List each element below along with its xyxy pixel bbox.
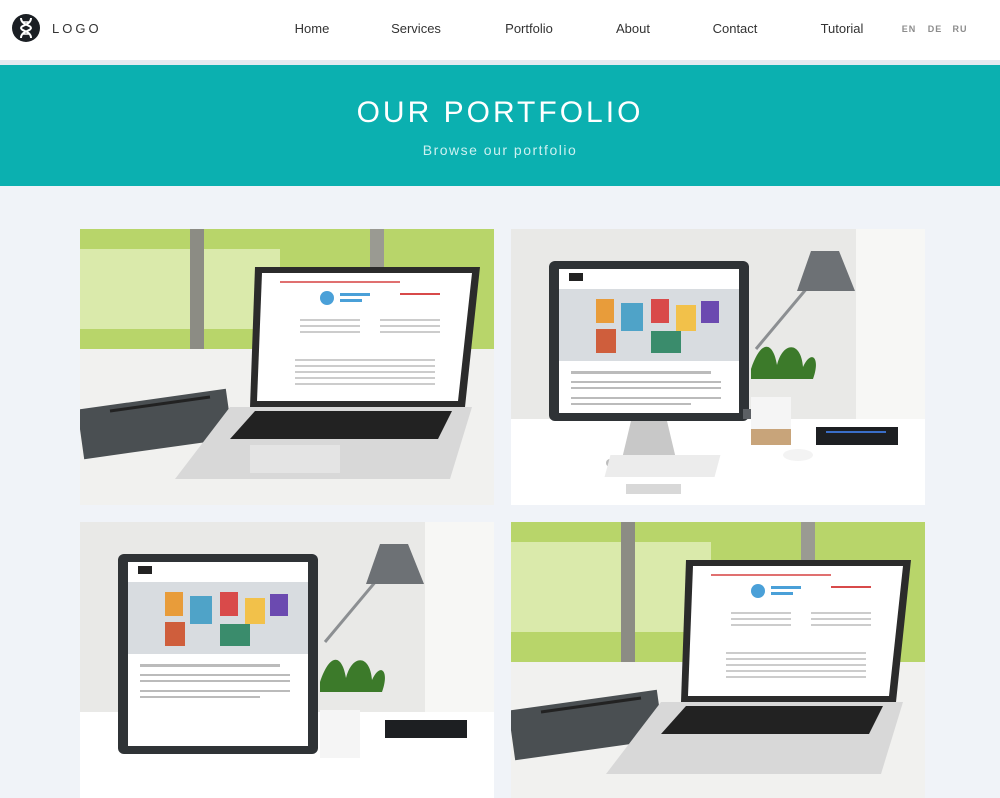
nav-portfolio[interactable]: Portfolio — [505, 21, 553, 36]
main-nav: Home Services Portfolio About Contact Tu… — [0, 0, 1000, 60]
monitor-mockup-image — [80, 522, 494, 798]
hero-banner: OUR PORTFOLIO Browse our portfolio — [0, 65, 1000, 186]
portfolio-item-monitor-1[interactable] — [511, 229, 925, 505]
page-subtitle: Browse our portfolio — [422, 142, 578, 158]
laptop-mockup-image — [80, 229, 494, 505]
portfolio-item-laptop-2[interactable] — [511, 522, 925, 798]
laptop-mockup-image — [511, 522, 925, 798]
portfolio-item-laptop-1[interactable] — [80, 229, 494, 505]
portfolio-item-monitor-2[interactable] — [80, 522, 494, 798]
monitor-mockup-image — [511, 229, 925, 505]
nav-home[interactable]: Home — [295, 21, 330, 36]
lang-en[interactable]: EN — [902, 24, 917, 34]
site-header: LOGO Home Services Portfolio About Conta… — [0, 0, 1000, 60]
nav-contact[interactable]: Contact — [713, 21, 758, 36]
lang-ru[interactable]: RU — [953, 24, 968, 34]
lang-de[interactable]: DE — [928, 24, 943, 34]
nav-services[interactable]: Services — [391, 21, 441, 36]
page-title: OUR PORTFOLIO — [356, 96, 644, 129]
nav-tutorial[interactable]: Tutorial — [821, 21, 864, 36]
nav-about[interactable]: About — [616, 21, 650, 36]
